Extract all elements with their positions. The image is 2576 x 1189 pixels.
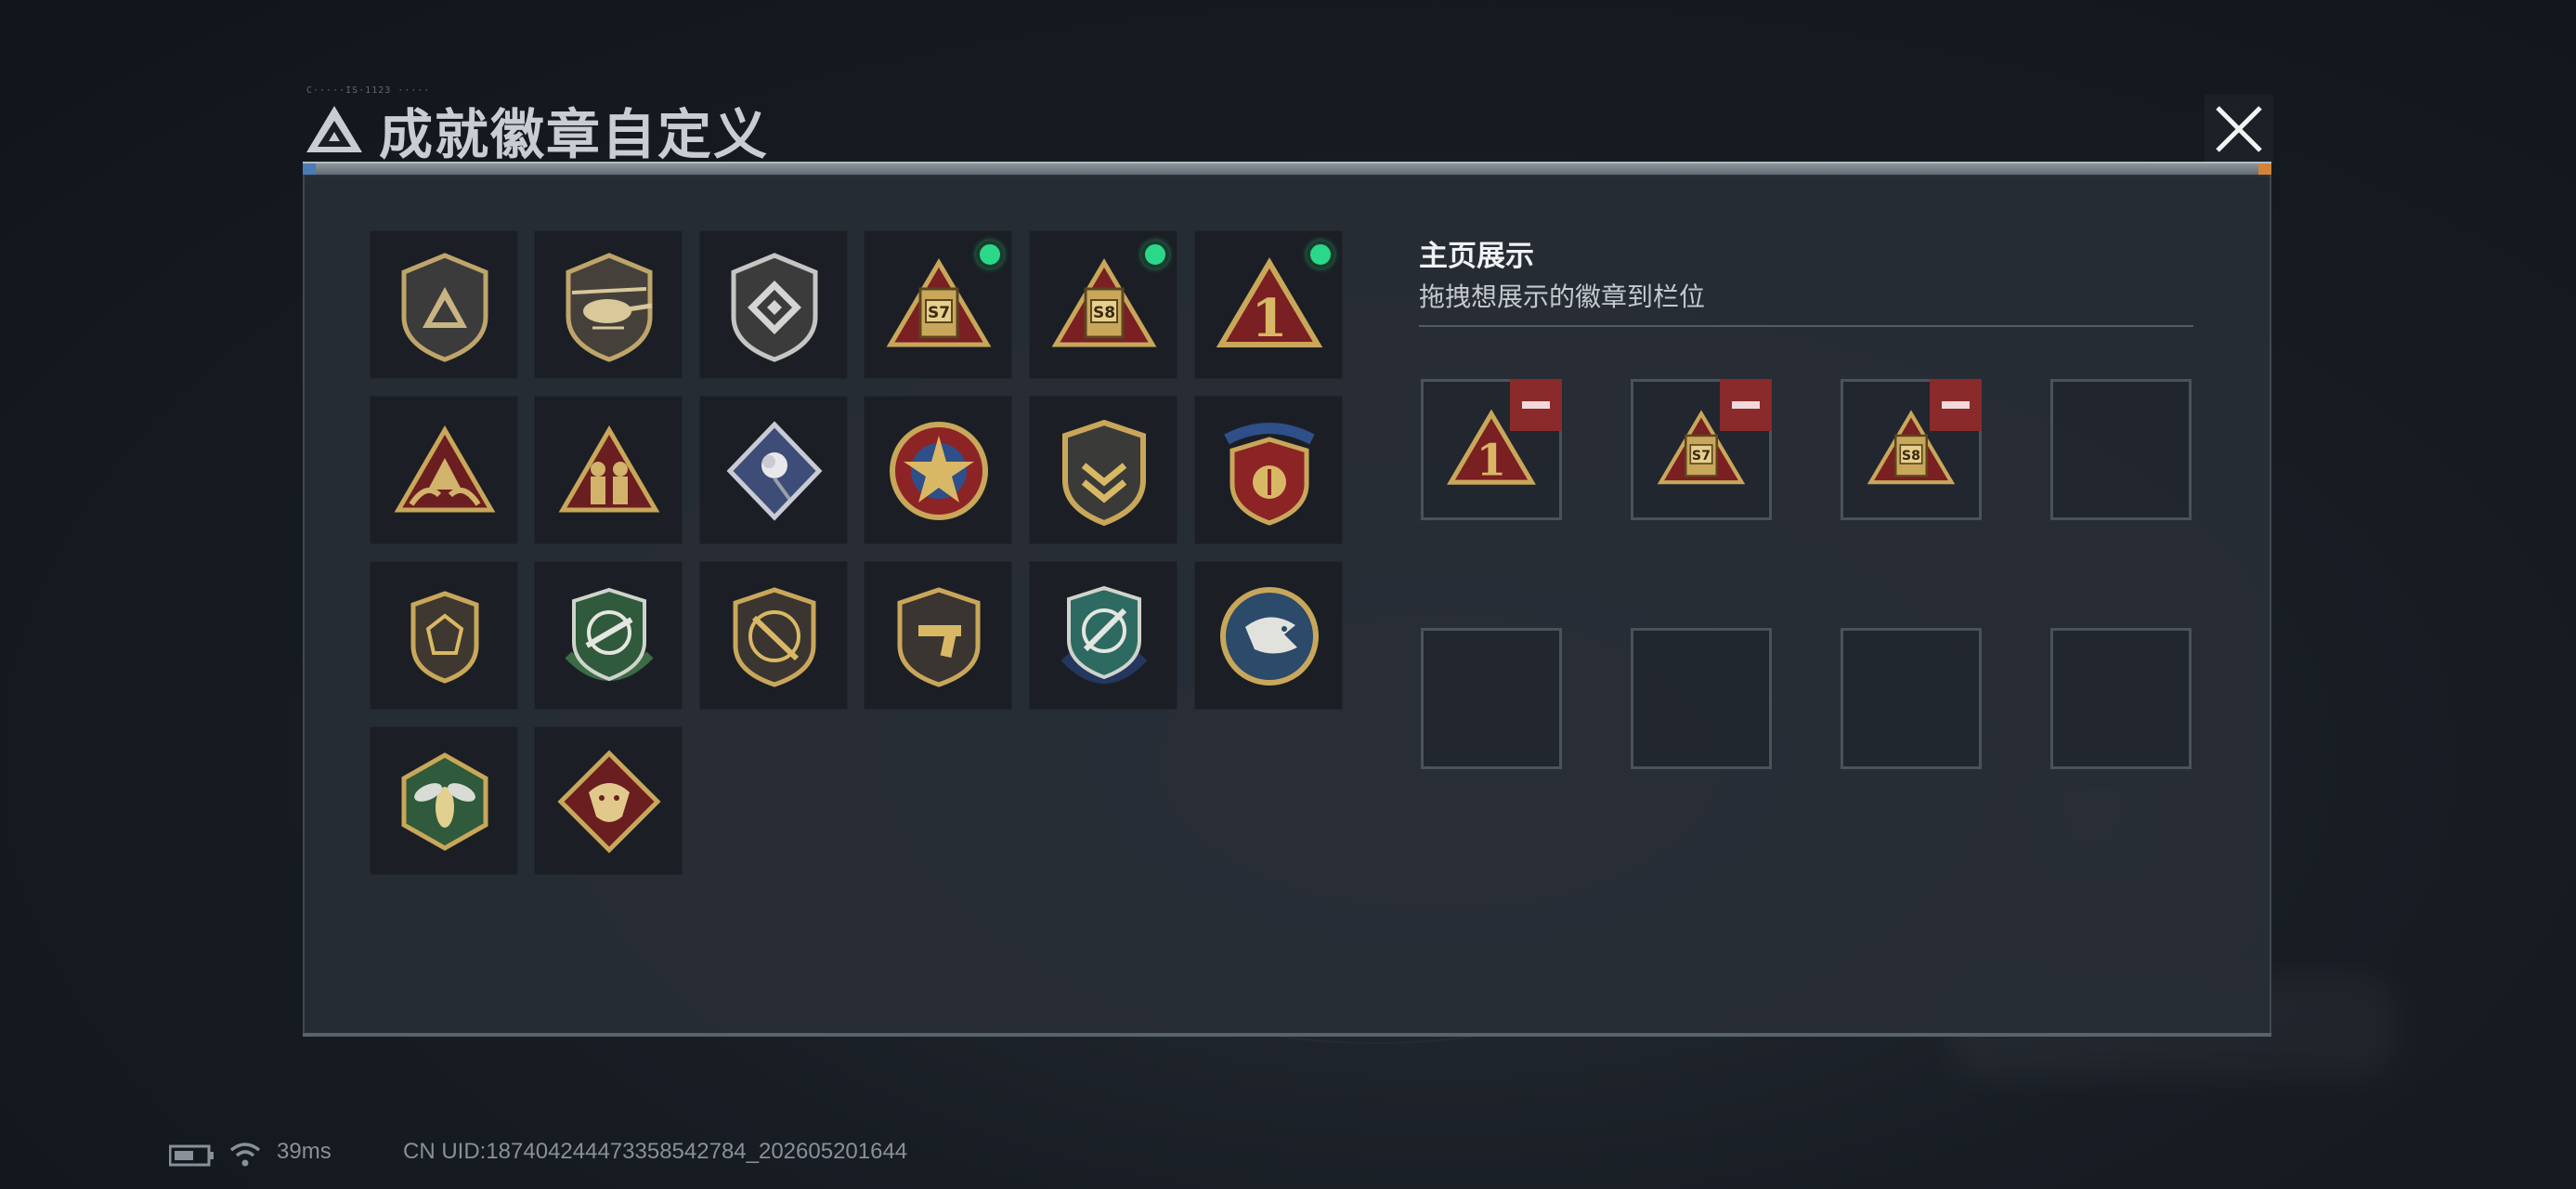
- badge-item[interactable]: [534, 561, 683, 710]
- hands-triangle-badge-icon: [394, 425, 496, 513]
- rose-diamond-badge-icon: [726, 421, 823, 521]
- badge-item[interactable]: [699, 230, 848, 379]
- badge-item[interactable]: S7: [864, 230, 1012, 379]
- close-button[interactable]: [2205, 95, 2273, 163]
- diamond-emblem-badge-icon: [731, 253, 818, 362]
- showcase-slot[interactable]: S7: [1631, 379, 1772, 520]
- badge-item[interactable]: [534, 726, 683, 875]
- gem-shield-badge-icon: [410, 591, 479, 684]
- svg-text:1: 1: [1477, 436, 1507, 487]
- pistol-shield-badge-icon: [897, 587, 981, 687]
- close-icon: [2216, 106, 2262, 152]
- helicopter-badge-icon: [566, 253, 653, 362]
- sniper-shield-badge-icon: [733, 587, 816, 687]
- chevron-shield-badge-icon: [1062, 419, 1146, 527]
- badge-item[interactable]: [1029, 561, 1177, 710]
- equipped-indicator: [1307, 241, 1334, 268]
- remove-badge-button[interactable]: [1510, 379, 1562, 431]
- showcase-slot-empty[interactable]: [1841, 628, 1982, 769]
- showcase-title: 主页展示: [1419, 240, 1534, 272]
- panel-bottom-edge: [303, 1033, 2271, 1037]
- ping-text: 39ms: [277, 1139, 332, 1164]
- soldiers-triangle-badge-icon: [558, 425, 660, 513]
- badge-item[interactable]: [864, 396, 1012, 544]
- dragon-diamond-badge-icon: [557, 750, 661, 854]
- badge-item[interactable]: [699, 561, 848, 710]
- svg-text:S8: S8: [1902, 449, 1920, 464]
- equipped-indicator: [1141, 241, 1169, 268]
- equipped-indicator: [976, 241, 1004, 268]
- remove-badge-button[interactable]: [1930, 379, 1982, 431]
- svg-text:1: 1: [1252, 288, 1288, 349]
- badge-item[interactable]: [699, 396, 848, 544]
- badge-item[interactable]: [534, 230, 683, 379]
- badge-item[interactable]: [370, 396, 518, 544]
- knife-crosshair-badge-icon: [1060, 585, 1148, 684]
- triangle-logo-badge-icon: [401, 253, 488, 362]
- svg-text:S8: S8: [1093, 304, 1115, 322]
- star-medal-badge-icon: [890, 422, 988, 520]
- badge-item[interactable]: [370, 561, 518, 710]
- showcase-slot-empty[interactable]: [1631, 628, 1772, 769]
- remove-badge-button[interactable]: [1720, 379, 1772, 431]
- showcase-slot-empty[interactable]: [2050, 379, 2192, 520]
- showcase-divider: [1419, 325, 2193, 327]
- battery-icon: [169, 1144, 214, 1167]
- svg-text:S7: S7: [928, 304, 950, 322]
- hornet-hexagon-badge-icon: [401, 752, 488, 851]
- showcase-slot[interactable]: S8: [1841, 379, 1982, 520]
- badge-item[interactable]: [864, 561, 1012, 710]
- wifi-icon: [229, 1143, 261, 1167]
- svg-text:S7: S7: [1692, 449, 1711, 464]
- page-title: 成就徽章自定义: [379, 103, 770, 166]
- badge-item[interactable]: [1029, 396, 1177, 544]
- badge-item[interactable]: [1194, 396, 1343, 544]
- triangle-logo-icon: [306, 106, 362, 152]
- showcase-slot-empty[interactable]: [1421, 628, 1562, 769]
- badge-item[interactable]: S8: [1029, 230, 1177, 379]
- showcase-slot[interactable]: 1: [1421, 379, 1562, 520]
- eagle-round-badge-icon: [1220, 587, 1319, 686]
- uid-text: CN UID:187404244473358542784_20260520164…: [403, 1139, 908, 1164]
- showcase-subtitle: 拖拽想展示的徽章到栏位: [1419, 282, 1706, 311]
- badge-item[interactable]: 1: [1194, 230, 1343, 379]
- badge-item[interactable]: [1194, 561, 1343, 710]
- showcase-slot-empty[interactable]: [2050, 628, 2192, 769]
- rifle-crosshair-badge-icon: [565, 587, 654, 682]
- badge-item[interactable]: [370, 726, 518, 875]
- badge-item[interactable]: [534, 396, 683, 544]
- badge-item[interactable]: [370, 230, 518, 379]
- stars-shield-badge-icon: [1224, 423, 1315, 526]
